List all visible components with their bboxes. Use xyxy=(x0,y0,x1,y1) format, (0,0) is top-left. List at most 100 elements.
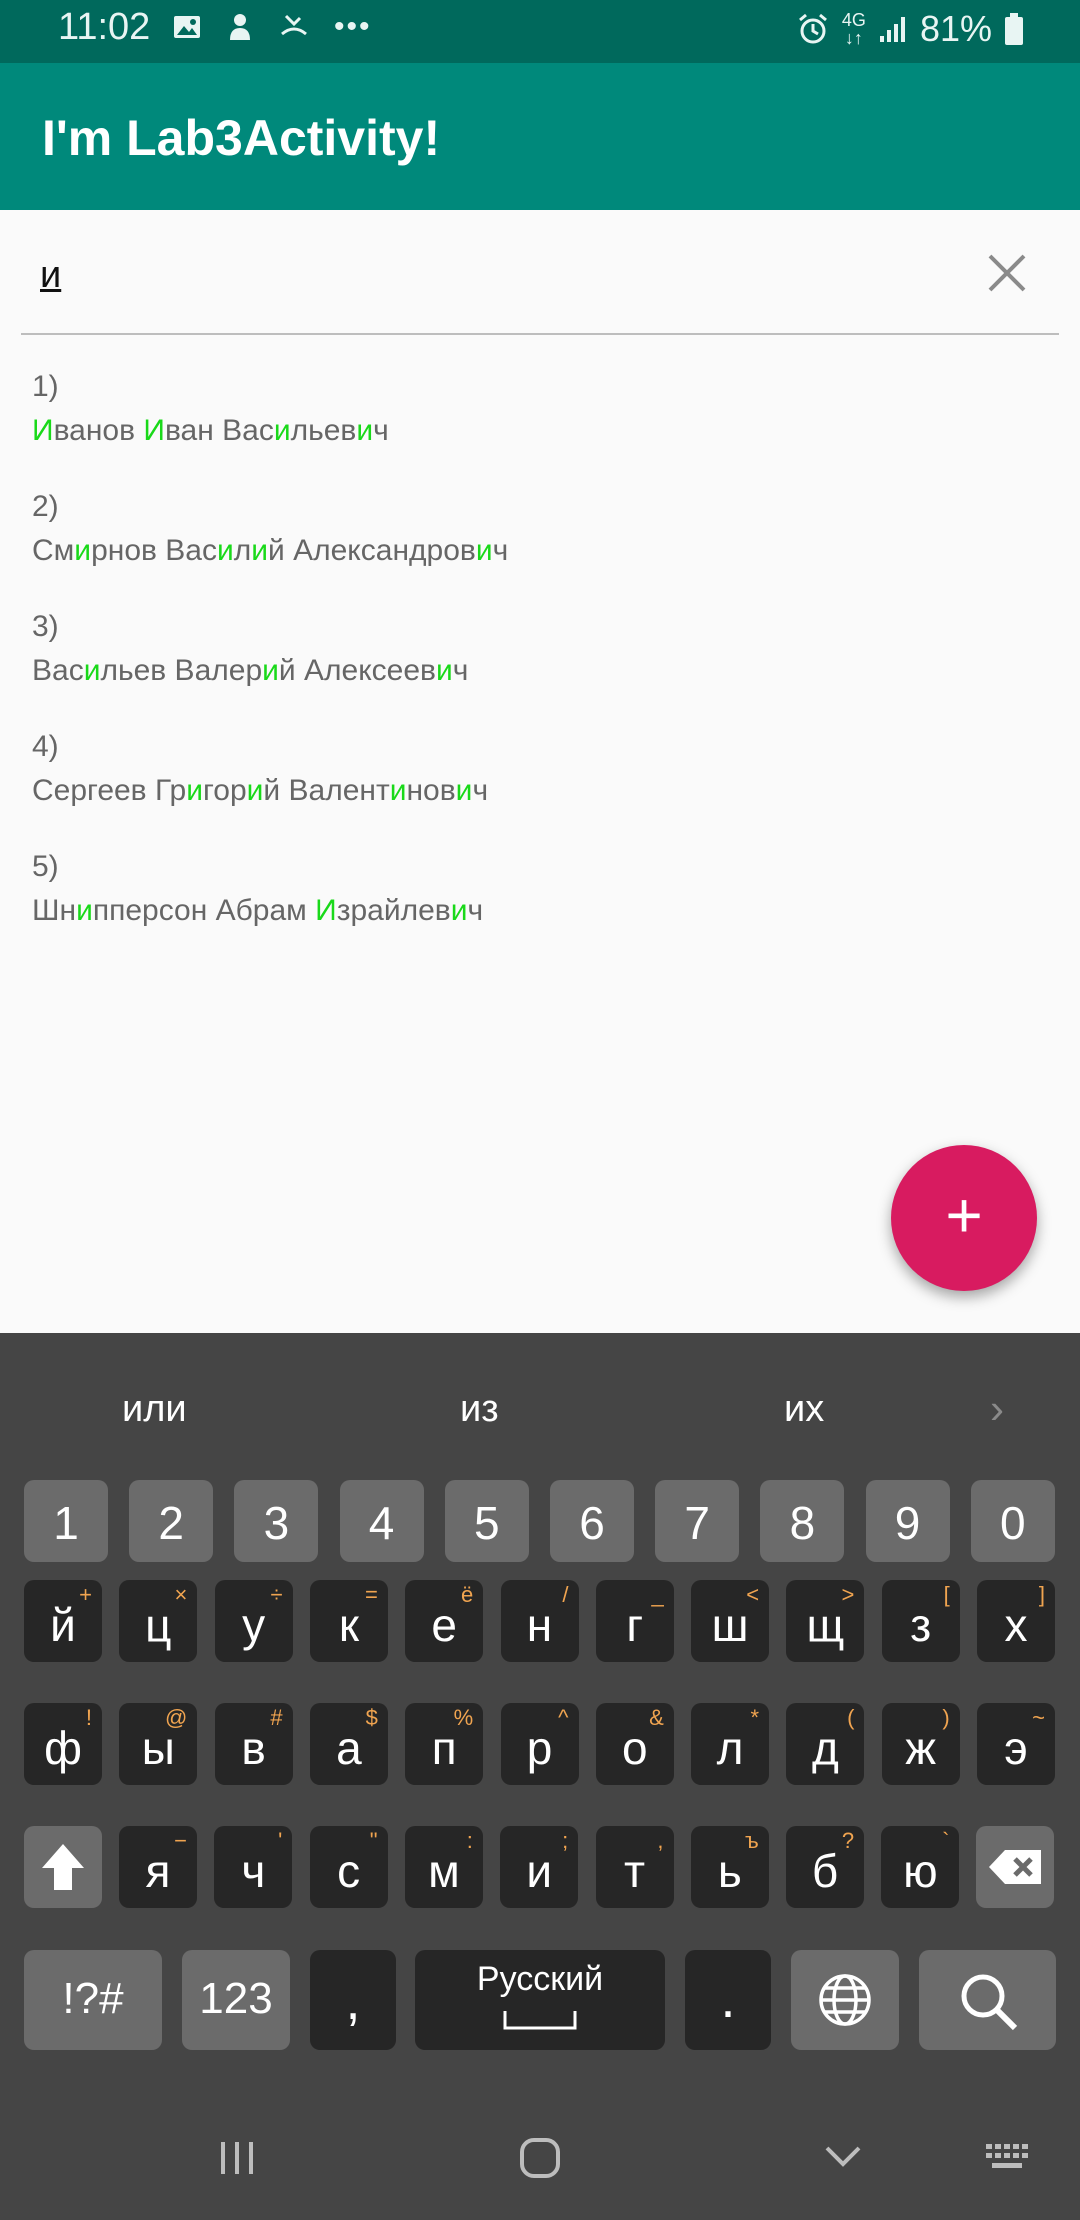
name-text: ванов xyxy=(53,414,144,447)
chevron-right-icon[interactable]: › xyxy=(990,1385,1004,1433)
name-text: льев Валер xyxy=(100,654,263,687)
key-т[interactable]: т, xyxy=(595,1826,674,1908)
key-alt-label: > xyxy=(841,1582,855,1607)
key-л[interactable]: л * xyxy=(691,1703,770,1785)
numpad-key[interactable]: 123 xyxy=(182,1950,290,2050)
search-key[interactable] xyxy=(919,1950,1056,2050)
key-с[interactable]: с " xyxy=(309,1826,388,1908)
item-number: 4) xyxy=(32,730,59,763)
key-8[interactable]: 8 xyxy=(760,1480,845,1562)
key-5[interactable]: 5 xyxy=(444,1480,529,1562)
key-е[interactable]: её xyxy=(405,1580,484,1662)
comma-key[interactable]: , xyxy=(310,1950,396,2050)
keyboard-icon[interactable] xyxy=(984,2142,1034,2176)
key-label: Русский xyxy=(476,1960,604,1998)
key-label: 5 xyxy=(474,1497,500,1549)
item-number: 5) xyxy=(32,850,59,883)
key-м[interactable]: м: xyxy=(404,1826,483,1908)
key-а[interactable]: а $ xyxy=(309,1703,388,1785)
period-key[interactable]: . xyxy=(685,1950,771,2050)
key-label: . xyxy=(720,1969,736,2029)
key-о[interactable]: о & xyxy=(595,1703,674,1785)
suggestion-1[interactable]: или xyxy=(122,1388,187,1431)
key-label: 2 xyxy=(158,1497,184,1549)
key-alt-label: ` xyxy=(942,1828,950,1853)
suggestion-3[interactable]: их xyxy=(784,1388,824,1431)
key-label: 6 xyxy=(579,1497,605,1549)
item-name: Сергеев Григорий Валентинович xyxy=(32,769,508,813)
recents-icon[interactable] xyxy=(217,2138,257,2178)
language-key[interactable] xyxy=(791,1950,899,2050)
key-7[interactable]: 7 xyxy=(655,1480,740,1562)
key-г[interactable]: г _ xyxy=(595,1580,674,1662)
name-text: ч xyxy=(373,414,389,447)
key-1[interactable]: 1 xyxy=(24,1480,108,1562)
list-item[interactable]: 5) Шнипперсон Абрам Израйлевич xyxy=(32,845,508,965)
match-highlight: И xyxy=(143,414,165,447)
key-0[interactable]: 0 xyxy=(970,1480,1055,1562)
list-item[interactable]: 1) Иванов Иван Васильевич xyxy=(32,365,508,485)
key-э[interactable]: э ~ xyxy=(977,1703,1055,1785)
key-ю[interactable]: ю ` xyxy=(881,1826,960,1908)
home-icon[interactable] xyxy=(518,2136,562,2180)
key-д[interactable]: д( xyxy=(786,1703,865,1785)
search-icon xyxy=(961,1974,1018,2031)
key-ы[interactable]: ы @ xyxy=(119,1703,198,1785)
key-к[interactable]: к = xyxy=(309,1580,388,1662)
key-label: 8 xyxy=(789,1497,816,1549)
space-key[interactable]: Русский xyxy=(415,1950,665,2050)
name-text: зрайлев xyxy=(336,894,451,927)
key-ц[interactable]: ц × xyxy=(119,1580,198,1662)
shift-key[interactable] xyxy=(24,1826,102,1908)
match-highlight: и xyxy=(450,894,468,927)
list-item[interactable]: 4) Сергеев Григорий Валентинович xyxy=(32,725,508,845)
key-й[interactable]: й + xyxy=(24,1580,102,1662)
key-3[interactable]: 3 xyxy=(234,1480,319,1562)
key-alt-label: ' xyxy=(278,1828,283,1853)
key-у[interactable]: у ÷ xyxy=(214,1580,293,1662)
signal-icon xyxy=(879,17,905,42)
key-label: 123 xyxy=(199,1974,273,2023)
name-text: ч xyxy=(492,534,509,567)
status-time: 11:02 xyxy=(58,6,151,48)
key-ь[interactable]: ьъ xyxy=(690,1826,769,1908)
key-х[interactable]: х] xyxy=(977,1580,1055,1662)
list-item[interactable]: 2) Смирнов Василий Александрович xyxy=(32,485,508,605)
suggestion-2[interactable]: из xyxy=(460,1388,499,1431)
symbols-key[interactable]: !?# xyxy=(24,1950,162,2050)
key-9[interactable]: 9 xyxy=(865,1480,950,1562)
backspace-key[interactable] xyxy=(976,1826,1054,1908)
key-ф[interactable]: ф! xyxy=(24,1703,102,1785)
key-п[interactable]: п% xyxy=(405,1703,484,1785)
match-highlight: и xyxy=(356,414,374,447)
match-highlight: и xyxy=(246,774,264,807)
key-з[interactable]: з[ xyxy=(881,1580,960,1662)
key-и[interactable]: и; xyxy=(500,1826,579,1908)
key-2[interactable]: 2 xyxy=(129,1480,214,1562)
key-в[interactable]: в # xyxy=(214,1703,293,1785)
key-б[interactable]: б? xyxy=(786,1826,865,1908)
chevron-down-icon[interactable] xyxy=(823,2142,863,2172)
match-highlight: и xyxy=(389,774,407,807)
key-6[interactable]: 6 xyxy=(550,1480,634,1562)
key-alt-label: $ xyxy=(365,1705,378,1730)
key-alt-label: = xyxy=(365,1582,378,1607)
key-label: 3 xyxy=(263,1497,290,1549)
search-input[interactable]: и xyxy=(40,254,940,314)
alarm-icon xyxy=(798,13,827,44)
name-text: л xyxy=(233,534,252,567)
list-item[interactable]: 3) Васильев Валерий Алексеевич xyxy=(32,605,508,725)
key-alt-label: ) xyxy=(942,1705,950,1730)
search-underline xyxy=(21,333,1059,335)
key-щ[interactable]: щ > xyxy=(786,1580,865,1662)
key-ш[interactable]: ш < xyxy=(691,1580,770,1662)
add-button[interactable]: + xyxy=(891,1145,1037,1291)
close-icon[interactable] xyxy=(982,248,1032,298)
key-4[interactable]: 4 xyxy=(339,1480,424,1562)
key-н[interactable]: н / xyxy=(500,1580,579,1662)
key-ж[interactable]: ж) xyxy=(881,1703,960,1785)
item-number: 1) xyxy=(32,370,59,403)
key-ч[interactable]: ч ' xyxy=(214,1826,293,1908)
key-р[interactable]: р ^ xyxy=(500,1703,579,1785)
key-я[interactable]: я − xyxy=(119,1826,197,1908)
